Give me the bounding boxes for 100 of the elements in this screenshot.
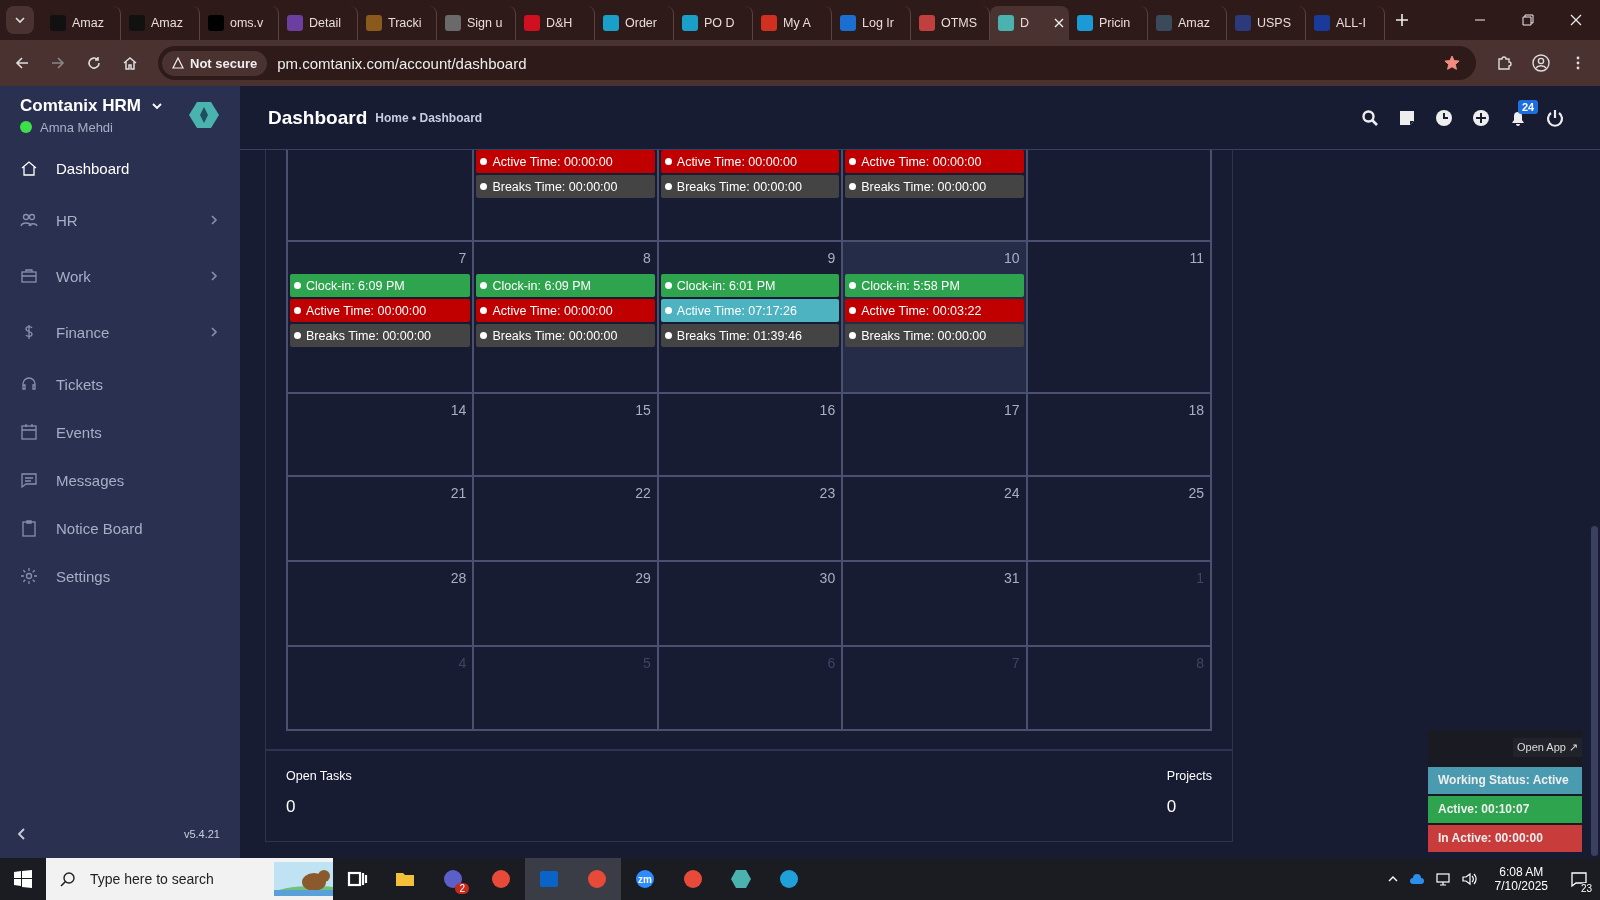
- calendar-event[interactable]: Breaks Time: 00:00:00: [476, 324, 655, 347]
- clipboard-icon: [20, 519, 38, 537]
- day-number: 18: [1188, 401, 1205, 420]
- open-app-link[interactable]: Open App ↗: [1513, 738, 1582, 757]
- day-number: 17: [1004, 401, 1021, 420]
- taskbar-app[interactable]: 2: [429, 858, 477, 900]
- new-tab-icon[interactable]: [1395, 13, 1409, 27]
- add-circle-icon[interactable]: [1472, 108, 1490, 127]
- message-icon: [20, 471, 38, 489]
- sidebar-item[interactable]: Settings: [0, 552, 240, 600]
- back-icon[interactable]: [14, 55, 30, 71]
- profile-icon[interactable]: [1532, 54, 1550, 72]
- day-number: 31: [1004, 569, 1021, 588]
- scrollbar-thumb[interactable]: [1591, 526, 1598, 856]
- sidebar-item[interactable]: Finance: [0, 304, 240, 360]
- warning-icon: [172, 57, 184, 69]
- chevron-right-icon: [208, 270, 220, 282]
- day-number: 28: [450, 569, 468, 588]
- tab-search-button[interactable]: [6, 6, 34, 34]
- calendar-event[interactable]: Breaks Time: 00:00:00: [476, 175, 655, 198]
- url-text: pm.comtanix.com/account/dashboard: [277, 54, 528, 72]
- cloud-icon[interactable]: [1408, 871, 1425, 887]
- people-icon: [20, 211, 38, 229]
- home-icon[interactable]: [122, 55, 138, 71]
- status-bar: Active: 00:10:07: [1428, 796, 1582, 823]
- calendar-icon: [20, 423, 38, 441]
- status-bar: In Active: 00:00:00: [1428, 825, 1582, 852]
- forward-icon[interactable]: [50, 55, 66, 71]
- brand-name[interactable]: Comtanix HRM: [20, 95, 141, 116]
- sidebar-item[interactable]: Events: [0, 408, 240, 456]
- stat-label: Open Tasks: [286, 769, 352, 783]
- search-icon[interactable]: [1361, 108, 1379, 127]
- security-chip[interactable]: Not secure: [162, 50, 268, 76]
- day-number: 15: [635, 401, 652, 420]
- chevron-right-icon: [208, 326, 220, 338]
- day-number: 9: [827, 249, 837, 268]
- star-icon[interactable]: [1444, 55, 1460, 71]
- sidebar-item[interactable]: Notice Board: [0, 504, 240, 552]
- sidebar-item[interactable]: HR: [0, 192, 240, 248]
- day-number: 8: [643, 249, 652, 268]
- version-text: v5.4.21: [183, 828, 220, 840]
- power-icon[interactable]: [1546, 108, 1564, 127]
- sidebar-item[interactable]: Tickets: [0, 360, 240, 408]
- calendar-event[interactable]: Breaks Time: 00:00:00: [845, 175, 1024, 198]
- sidebar-item[interactable]: Work: [0, 248, 240, 304]
- day-number: 11: [1189, 249, 1205, 268]
- calendar-event[interactable]: Breaks Time: 01:39:46: [660, 324, 840, 347]
- restore-icon[interactable]: [1522, 14, 1534, 26]
- briefcase-icon: [20, 267, 38, 285]
- notification-badge: 24: [1518, 99, 1539, 114]
- day-number: 23: [819, 484, 837, 503]
- sidebar-item[interactable]: Messages: [0, 456, 240, 504]
- day-number: 16: [819, 401, 837, 420]
- gear-icon: [20, 567, 38, 585]
- taskbar-search-bar[interactable]: Type here to search: [46, 858, 333, 900]
- user-name: Amna Mehdi: [40, 119, 113, 135]
- calendar-event[interactable]: Active Time: 00:00:00: [476, 150, 655, 173]
- day-number: 7: [458, 249, 468, 268]
- calendar-event[interactable]: Active Time: 00:00:00: [845, 150, 1024, 173]
- browser-tab[interactable]: D: [990, 6, 1069, 40]
- calendar-event[interactable]: Breaks Time: 00:00:00: [290, 324, 471, 347]
- address-field[interactable]: Not secure pm.comtanix.com/account/dashboard: [158, 46, 1476, 80]
- page-title: Dashboard: [268, 106, 368, 129]
- day-number: 29: [635, 569, 652, 588]
- calendar-event[interactable]: Breaks Time: 00:00:00: [845, 324, 1024, 347]
- day-number: 25: [1188, 484, 1205, 503]
- network-icon[interactable]: [1434, 871, 1451, 887]
- speaker-icon[interactable]: [1460, 871, 1477, 887]
- calendar-event[interactable]: Active Time: 00:00:00: [660, 150, 840, 173]
- note-icon[interactable]: [1398, 108, 1416, 127]
- close-icon[interactable]: [1570, 14, 1582, 26]
- chevron-down-icon: [14, 14, 26, 26]
- hexagon-logo-icon: [188, 99, 220, 131]
- stat-label: Projects: [1166, 769, 1212, 783]
- stat-value: 0: [1166, 797, 1178, 817]
- clock-time[interactable]: 6:08 AM: [1499, 865, 1544, 879]
- windows-start-icon[interactable]: [14, 870, 32, 888]
- breadcrumb: Home • Dashboard: [375, 110, 483, 125]
- day-number: 30: [819, 569, 837, 588]
- clock-date[interactable]: 7/10/2025: [1494, 879, 1548, 893]
- clock-icon[interactable]: [1435, 108, 1453, 127]
- calendar-event[interactable]: Active Time: 00:00:00: [290, 299, 471, 322]
- search-icon: [60, 871, 76, 887]
- search-field[interactable]: Type here to search: [88, 870, 262, 888]
- puzzle-icon[interactable]: [1496, 55, 1512, 71]
- calendar-event[interactable]: Breaks Time: 00:00:00: [660, 175, 840, 198]
- headset-icon: [20, 375, 38, 393]
- calendar-day[interactable]: 10 Clock-in: 5:58 PM Active Time: 00:03:22 Breaks Time: 00:00:00: [841, 242, 1026, 392]
- day-number: 21: [450, 484, 468, 503]
- day-number: 22: [635, 484, 652, 503]
- calendar-event[interactable]: Active Time: 00:00:00: [476, 299, 655, 322]
- stat-value: 0: [286, 797, 297, 817]
- close-icon[interactable]: [1054, 18, 1064, 28]
- reload-icon[interactable]: [86, 55, 102, 71]
- sidebar-item[interactable]: Dashboard: [0, 144, 240, 192]
- app-badge: 2: [455, 883, 469, 894]
- home-icon: [20, 159, 38, 177]
- day-number: 10: [1004, 249, 1021, 268]
- status-bar: Working Status: Active: [1428, 767, 1582, 794]
- calendar-event[interactable]: Active Time: 00:03:22: [845, 299, 1024, 322]
